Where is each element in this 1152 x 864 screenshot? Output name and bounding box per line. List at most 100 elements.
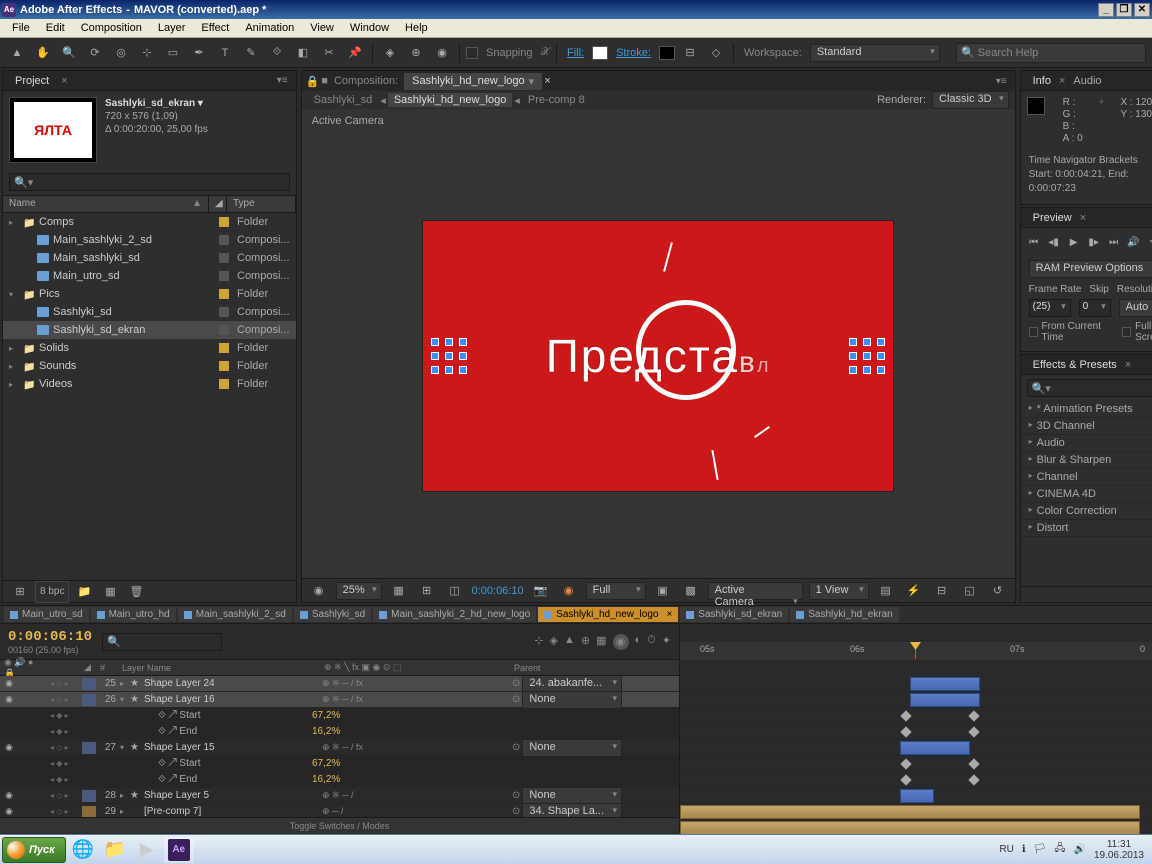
comp-tab-active[interactable]: Sashlyki_hd_new_logo▾ xyxy=(404,73,542,90)
world-axis-icon[interactable]: ⊕ xyxy=(405,42,427,64)
effects-category[interactable]: ▸CINEMA 4D xyxy=(1021,486,1152,503)
menu-file[interactable]: File xyxy=(4,20,38,36)
timeline-tab[interactable]: Main_sashlyki_2_sd xyxy=(178,607,292,622)
mute-icon[interactable]: 🔊 xyxy=(1125,234,1143,250)
project-item[interactable]: Main_sashlyki_sdComposi... xyxy=(3,249,296,267)
workspace-dropdown[interactable]: Standard xyxy=(810,44,940,62)
snapshot-icon[interactable]: 📷 xyxy=(530,580,552,602)
camera-tool-icon[interactable]: ◎ xyxy=(110,42,132,64)
timeline-tab[interactable]: Main_utro_sd xyxy=(4,607,89,622)
project-search-input[interactable]: 🔍▾ xyxy=(9,173,290,191)
tl-icon[interactable]: ▲ xyxy=(564,634,575,650)
grid-icon[interactable]: ⊞ xyxy=(416,580,438,602)
current-timecode[interactable]: 0:00:06:10 xyxy=(8,629,92,645)
stroke-opts-icon[interactable]: ⊟ xyxy=(679,42,701,64)
timeline-tab[interactable]: Sashlyki_sd_ekran xyxy=(680,607,788,622)
tray-flag-icon[interactable]: 🏳 xyxy=(1034,844,1047,855)
show-channel-icon[interactable]: ◉ xyxy=(558,580,580,602)
loop-icon[interactable]: ⟲ xyxy=(1145,234,1152,250)
current-time[interactable]: 0:00:06:10 xyxy=(472,585,524,597)
selected-comp-name[interactable]: Sashlyki_sd_ekran ▾ xyxy=(105,97,290,110)
roi-icon[interactable]: ▣ xyxy=(652,580,674,602)
taskbar-ae-icon[interactable]: Ae xyxy=(164,837,194,863)
timeline-tab[interactable]: Sashlyki_hd_ekran xyxy=(790,607,899,622)
close-button[interactable]: ✕ xyxy=(1134,3,1150,17)
timeline-icon[interactable]: ⊟ xyxy=(931,580,953,602)
next-frame-icon[interactable]: ▮▸ xyxy=(1085,234,1103,250)
play-icon[interactable]: ▶ xyxy=(1065,234,1083,250)
snapping-checkbox[interactable] xyxy=(466,47,478,59)
tl-icon[interactable]: ◐ xyxy=(635,634,642,650)
effects-search-input[interactable]: 🔍▾ xyxy=(1027,379,1152,397)
composition-viewer[interactable]: Представл xyxy=(302,133,1015,578)
effects-category[interactable]: ▸Audio xyxy=(1021,435,1152,452)
tray-icon[interactable]: ℹ xyxy=(1022,844,1026,855)
new-comp-icon[interactable]: ▦ xyxy=(99,581,121,603)
eraser-tool-icon[interactable]: ◧ xyxy=(292,42,314,64)
timeline-ruler[interactable]: 05s 06s 07s 0 xyxy=(680,624,1152,660)
zoom-tool-icon[interactable]: 🔍 xyxy=(58,42,80,64)
pixel-aspect-icon[interactable]: ▤ xyxy=(875,580,897,602)
pen-tool-icon[interactable]: ✒ xyxy=(188,42,210,64)
effects-category[interactable]: ▸* Animation Presets xyxy=(1021,401,1152,418)
stroke-label[interactable]: Stroke: xyxy=(612,47,655,59)
project-item[interactable]: Sashlyki_sd_ekranComposi... xyxy=(3,321,296,339)
taskbar-ie-icon[interactable]: 🌐 xyxy=(68,837,98,863)
language-indicator[interactable]: RU xyxy=(999,844,1013,855)
minimize-button[interactable]: _ xyxy=(1098,3,1114,17)
resolution-icon[interactable]: ▦ xyxy=(388,580,410,602)
project-tab[interactable]: Project xyxy=(7,73,57,89)
timeline-property[interactable]: ◂ ◆ ▸⟐ ↗ Start67,2% xyxy=(0,756,679,772)
brush-tool-icon[interactable]: ✎ xyxy=(240,42,262,64)
last-frame-icon[interactable]: ⏭ xyxy=(1105,234,1123,250)
effects-category[interactable]: ▸Color Correction xyxy=(1021,503,1152,520)
preview-res-dropdown[interactable]: Auto xyxy=(1119,299,1152,317)
project-item[interactable]: ▸VideosFolder xyxy=(3,375,296,393)
project-tab-close-icon[interactable]: × xyxy=(61,75,67,87)
taskbar-explorer-icon[interactable]: 📁 xyxy=(100,837,130,863)
hand-tool-icon[interactable]: ✋ xyxy=(32,42,54,64)
menu-edit[interactable]: Edit xyxy=(38,20,73,36)
project-item[interactable]: ▾PicsFolder xyxy=(3,285,296,303)
project-item[interactable]: ▸CompsFolder xyxy=(3,213,296,231)
zoom-dropdown[interactable]: 25% xyxy=(336,582,382,600)
menu-composition[interactable]: Composition xyxy=(73,20,150,36)
full-screen-checkbox[interactable]: Full Screen xyxy=(1122,321,1152,343)
text-tool-icon[interactable]: T xyxy=(214,42,236,64)
tl-icon[interactable]: ⏱ xyxy=(647,634,656,650)
tl-icon[interactable]: ⊕ xyxy=(581,634,590,650)
tray-network-icon[interactable]: 🖧 xyxy=(1054,841,1065,858)
framerate-field[interactable]: (25) xyxy=(1029,299,1071,317)
project-item[interactable]: Main_sashlyki_2_sdComposi... xyxy=(3,231,296,249)
timeline-tab[interactable]: Main_sashlyki_2_hd_new_logo xyxy=(373,607,536,622)
pan-behind-tool-icon[interactable]: ⊹ xyxy=(136,42,158,64)
tl-icon[interactable]: ◉ xyxy=(613,634,629,650)
interpret-footage-icon[interactable]: ⊞ xyxy=(9,581,31,603)
roto-tool-icon[interactable]: ✂ xyxy=(318,42,340,64)
camera-dropdown[interactable]: Active Camera xyxy=(708,582,803,600)
clone-tool-icon[interactable]: ⟐ xyxy=(266,42,288,64)
renderer-dropdown[interactable]: Classic 3D xyxy=(932,91,1009,109)
effects-category[interactable]: ▸3D Channel xyxy=(1021,418,1152,435)
preview-tab[interactable]: Preview xyxy=(1025,210,1080,226)
resolution-dropdown[interactable]: Full xyxy=(586,582,646,600)
mask-icon[interactable]: ◫ xyxy=(444,580,466,602)
menu-help[interactable]: Help xyxy=(397,20,436,36)
project-item[interactable]: Sashlyki_sdComposi... xyxy=(3,303,296,321)
view-axis-icon[interactable]: ◉ xyxy=(431,42,453,64)
info-tab[interactable]: Info xyxy=(1025,73,1059,89)
from-current-checkbox[interactable]: From Current Time xyxy=(1029,321,1115,343)
menu-animation[interactable]: Animation xyxy=(237,20,302,36)
rotate-tool-icon[interactable]: ⟳ xyxy=(84,42,106,64)
label-column-icon[interactable]: ◢ xyxy=(209,196,227,212)
fast-previews-icon[interactable]: ⚡ xyxy=(903,580,925,602)
fill-swatch[interactable] xyxy=(592,46,608,60)
project-item[interactable]: ▸SolidsFolder xyxy=(3,339,296,357)
transparency-grid-icon[interactable]: ▩ xyxy=(680,580,702,602)
tl-icon[interactable]: ▦ xyxy=(596,634,606,650)
menu-layer[interactable]: Layer xyxy=(150,20,194,36)
new-folder-icon[interactable]: 📁 xyxy=(73,581,95,603)
lock-icon[interactable]: 🔒 xyxy=(306,75,320,88)
stroke-swatch[interactable] xyxy=(659,46,675,60)
always-preview-icon[interactable]: ◉ xyxy=(308,580,330,602)
